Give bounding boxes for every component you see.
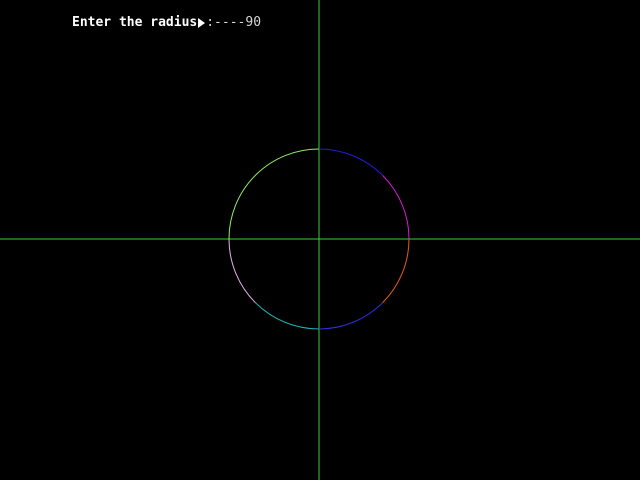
arc-lower-left [255,302,320,330]
arc-upper-left [228,148,320,240]
graphics-screen: Enter the radius :---- 90 [0,0,640,480]
arc-lower-right [318,302,383,330]
arc-right-lower [382,238,410,303]
arc-upper-right [318,148,383,176]
arc-left-lower [228,238,256,303]
arc-right-upper [382,175,410,240]
drawing-canvas [0,0,640,480]
